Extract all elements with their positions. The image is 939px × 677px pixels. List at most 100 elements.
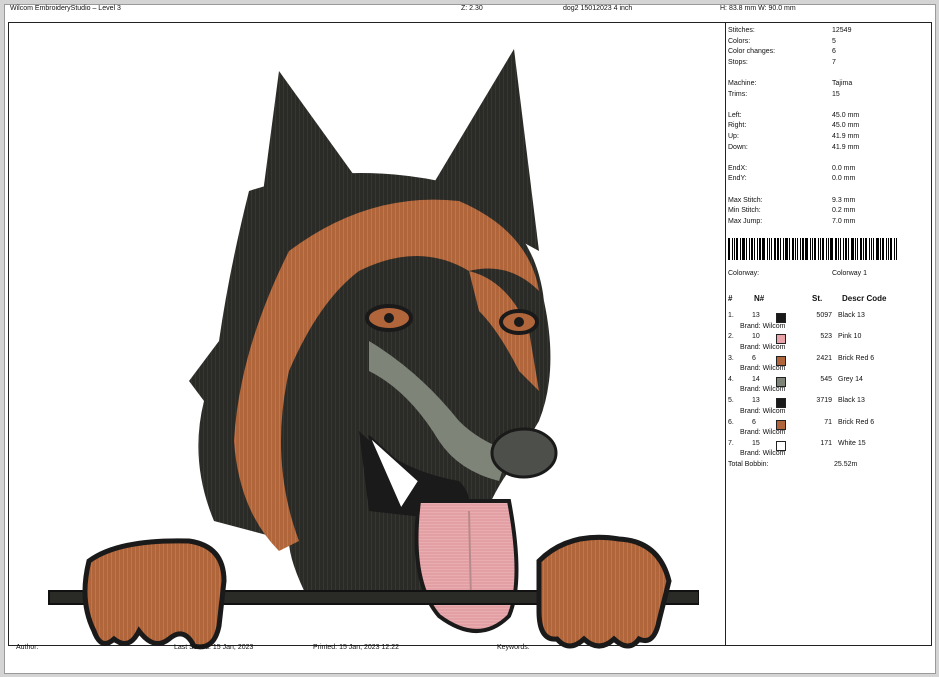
panel-divider (725, 23, 726, 645)
barcode-bar (826, 238, 827, 260)
thread-index: 3. (728, 354, 734, 362)
stat-label: Stitches: (728, 27, 755, 34)
thread-number: 13 (752, 312, 760, 319)
barcode-bar (754, 238, 755, 260)
barcode-bar (732, 238, 733, 260)
stat-label: Machine: (728, 80, 757, 87)
thread-number: 6 (752, 418, 756, 426)
thread-brand: Brand: Wilcom (740, 322, 786, 330)
stat-value: 6 (832, 48, 836, 56)
barcode-bar (830, 238, 833, 260)
design-dimensions: H: 83.8 mm W: 90.0 mm (720, 5, 796, 12)
barcode-bar (888, 238, 889, 260)
total-bobbin-value: 25.52m (834, 461, 858, 468)
thread-description: Black 13 (838, 312, 865, 319)
stat-label: Down: (728, 143, 748, 151)
stat-label: Max Stitch: (728, 196, 763, 204)
barcode-bar (771, 238, 772, 260)
barcode-bar (757, 238, 758, 260)
barcode-bar (896, 238, 897, 260)
stat-value: 0.2 mm (832, 207, 856, 215)
stat-label: Color changes: (728, 48, 776, 56)
col-header-number: N# (754, 294, 765, 303)
barcode-bar (767, 238, 768, 260)
thread-number: 6 (752, 354, 756, 362)
barcode-bar (780, 238, 781, 260)
barcode-bar (742, 238, 745, 260)
barcode-bar (820, 238, 821, 260)
footer-printed: Printed: 15 Jan, 2023 12:22 (313, 644, 400, 651)
colorway-value: Colorway 1 (832, 270, 868, 277)
col-header-descr-code: Descr Code (842, 294, 887, 303)
thread-brand: Brand: Wilcom (740, 450, 786, 458)
barcode-bar (777, 238, 779, 260)
stat-label: Left: (728, 111, 742, 119)
barcode-bar (886, 238, 887, 260)
col-header-index: # (728, 294, 733, 303)
thread-description: Black 13 (838, 397, 865, 405)
thread-number: 15 (752, 439, 760, 447)
barcode-bar (805, 238, 808, 260)
barcode-bar (789, 238, 790, 260)
barcode-bar (882, 238, 884, 260)
barcode-bar (736, 238, 738, 260)
thread-stitches: 71 (824, 418, 832, 426)
barcode-bar (734, 238, 735, 260)
thread-index: 1. (728, 312, 734, 319)
footer-last-saved: Last Saved: 15 Jan, 2023 (174, 644, 254, 651)
barcode-bar (802, 238, 804, 260)
thread-brand: Brand: Wilcom (740, 365, 786, 373)
barcode-bar (818, 238, 819, 260)
stat-label: Trims: (728, 90, 748, 98)
stat-value: 41.9 mm (832, 133, 860, 140)
stat-value: 7.0 mm (832, 217, 856, 225)
barcode-bar (857, 238, 858, 260)
barcode-bar (845, 238, 847, 260)
barcode-bar (728, 238, 730, 260)
thread-index: 5. (728, 397, 734, 405)
embroidery-design-image (48, 49, 699, 650)
thread-color-swatch (776, 398, 786, 409)
total-bobbin-label: Total Bobbin: (728, 461, 769, 468)
barcode-bar (865, 238, 867, 260)
stat-value: 12549 (832, 27, 852, 34)
stat-label: Stops: (728, 58, 748, 66)
thread-stitches: 171 (820, 439, 832, 447)
thread-color-swatch (776, 440, 786, 451)
thread-description: White 15 (838, 439, 866, 447)
stat-label: EndX: (728, 164, 748, 172)
worksheet-frame: Stitches: 12549 Colors: 5 Color changes: 6 Sto… (8, 22, 932, 650)
barcode-bar (785, 238, 788, 260)
barcode-bar (822, 238, 824, 260)
stat-value: Tajima (832, 80, 853, 87)
stat-value: 15 (832, 90, 840, 98)
thread-brand: Brand: Wilcom (740, 386, 786, 394)
barcode-bar (873, 238, 874, 260)
barcode-bar (797, 238, 798, 260)
thread-color-swatch (776, 419, 786, 430)
design-barcode (728, 238, 915, 260)
zoom-level: Z: 2.30 (461, 5, 483, 12)
thread-index: 6. (728, 418, 734, 426)
barcode-bar (749, 238, 750, 260)
footer-author: Author: (16, 644, 39, 651)
barcode-bar (880, 238, 881, 260)
barcode-bar (869, 238, 870, 260)
barcode-bar (795, 238, 796, 260)
stat-value: 0.0 mm (832, 175, 856, 183)
thread-brand: Brand: Wilcom (740, 407, 786, 415)
file-name: dog2 15012023 4 inch (563, 5, 633, 12)
stat-value: 45.0 mm (832, 122, 860, 130)
barcode-bar (800, 238, 801, 260)
thread-description: Brick Red 6 (838, 354, 875, 362)
stat-label: Max Jump: (728, 217, 763, 225)
barcode-bar (851, 238, 854, 260)
barcode-bar (890, 238, 892, 260)
barcode-bar (746, 238, 747, 260)
thread-stitches: 523 (820, 333, 832, 341)
thread-color-swatch (776, 376, 786, 387)
thread-number: 14 (752, 375, 760, 383)
barcode-bar (783, 238, 784, 260)
barcode-bar (835, 238, 837, 260)
stat-value: 7 (832, 58, 836, 66)
